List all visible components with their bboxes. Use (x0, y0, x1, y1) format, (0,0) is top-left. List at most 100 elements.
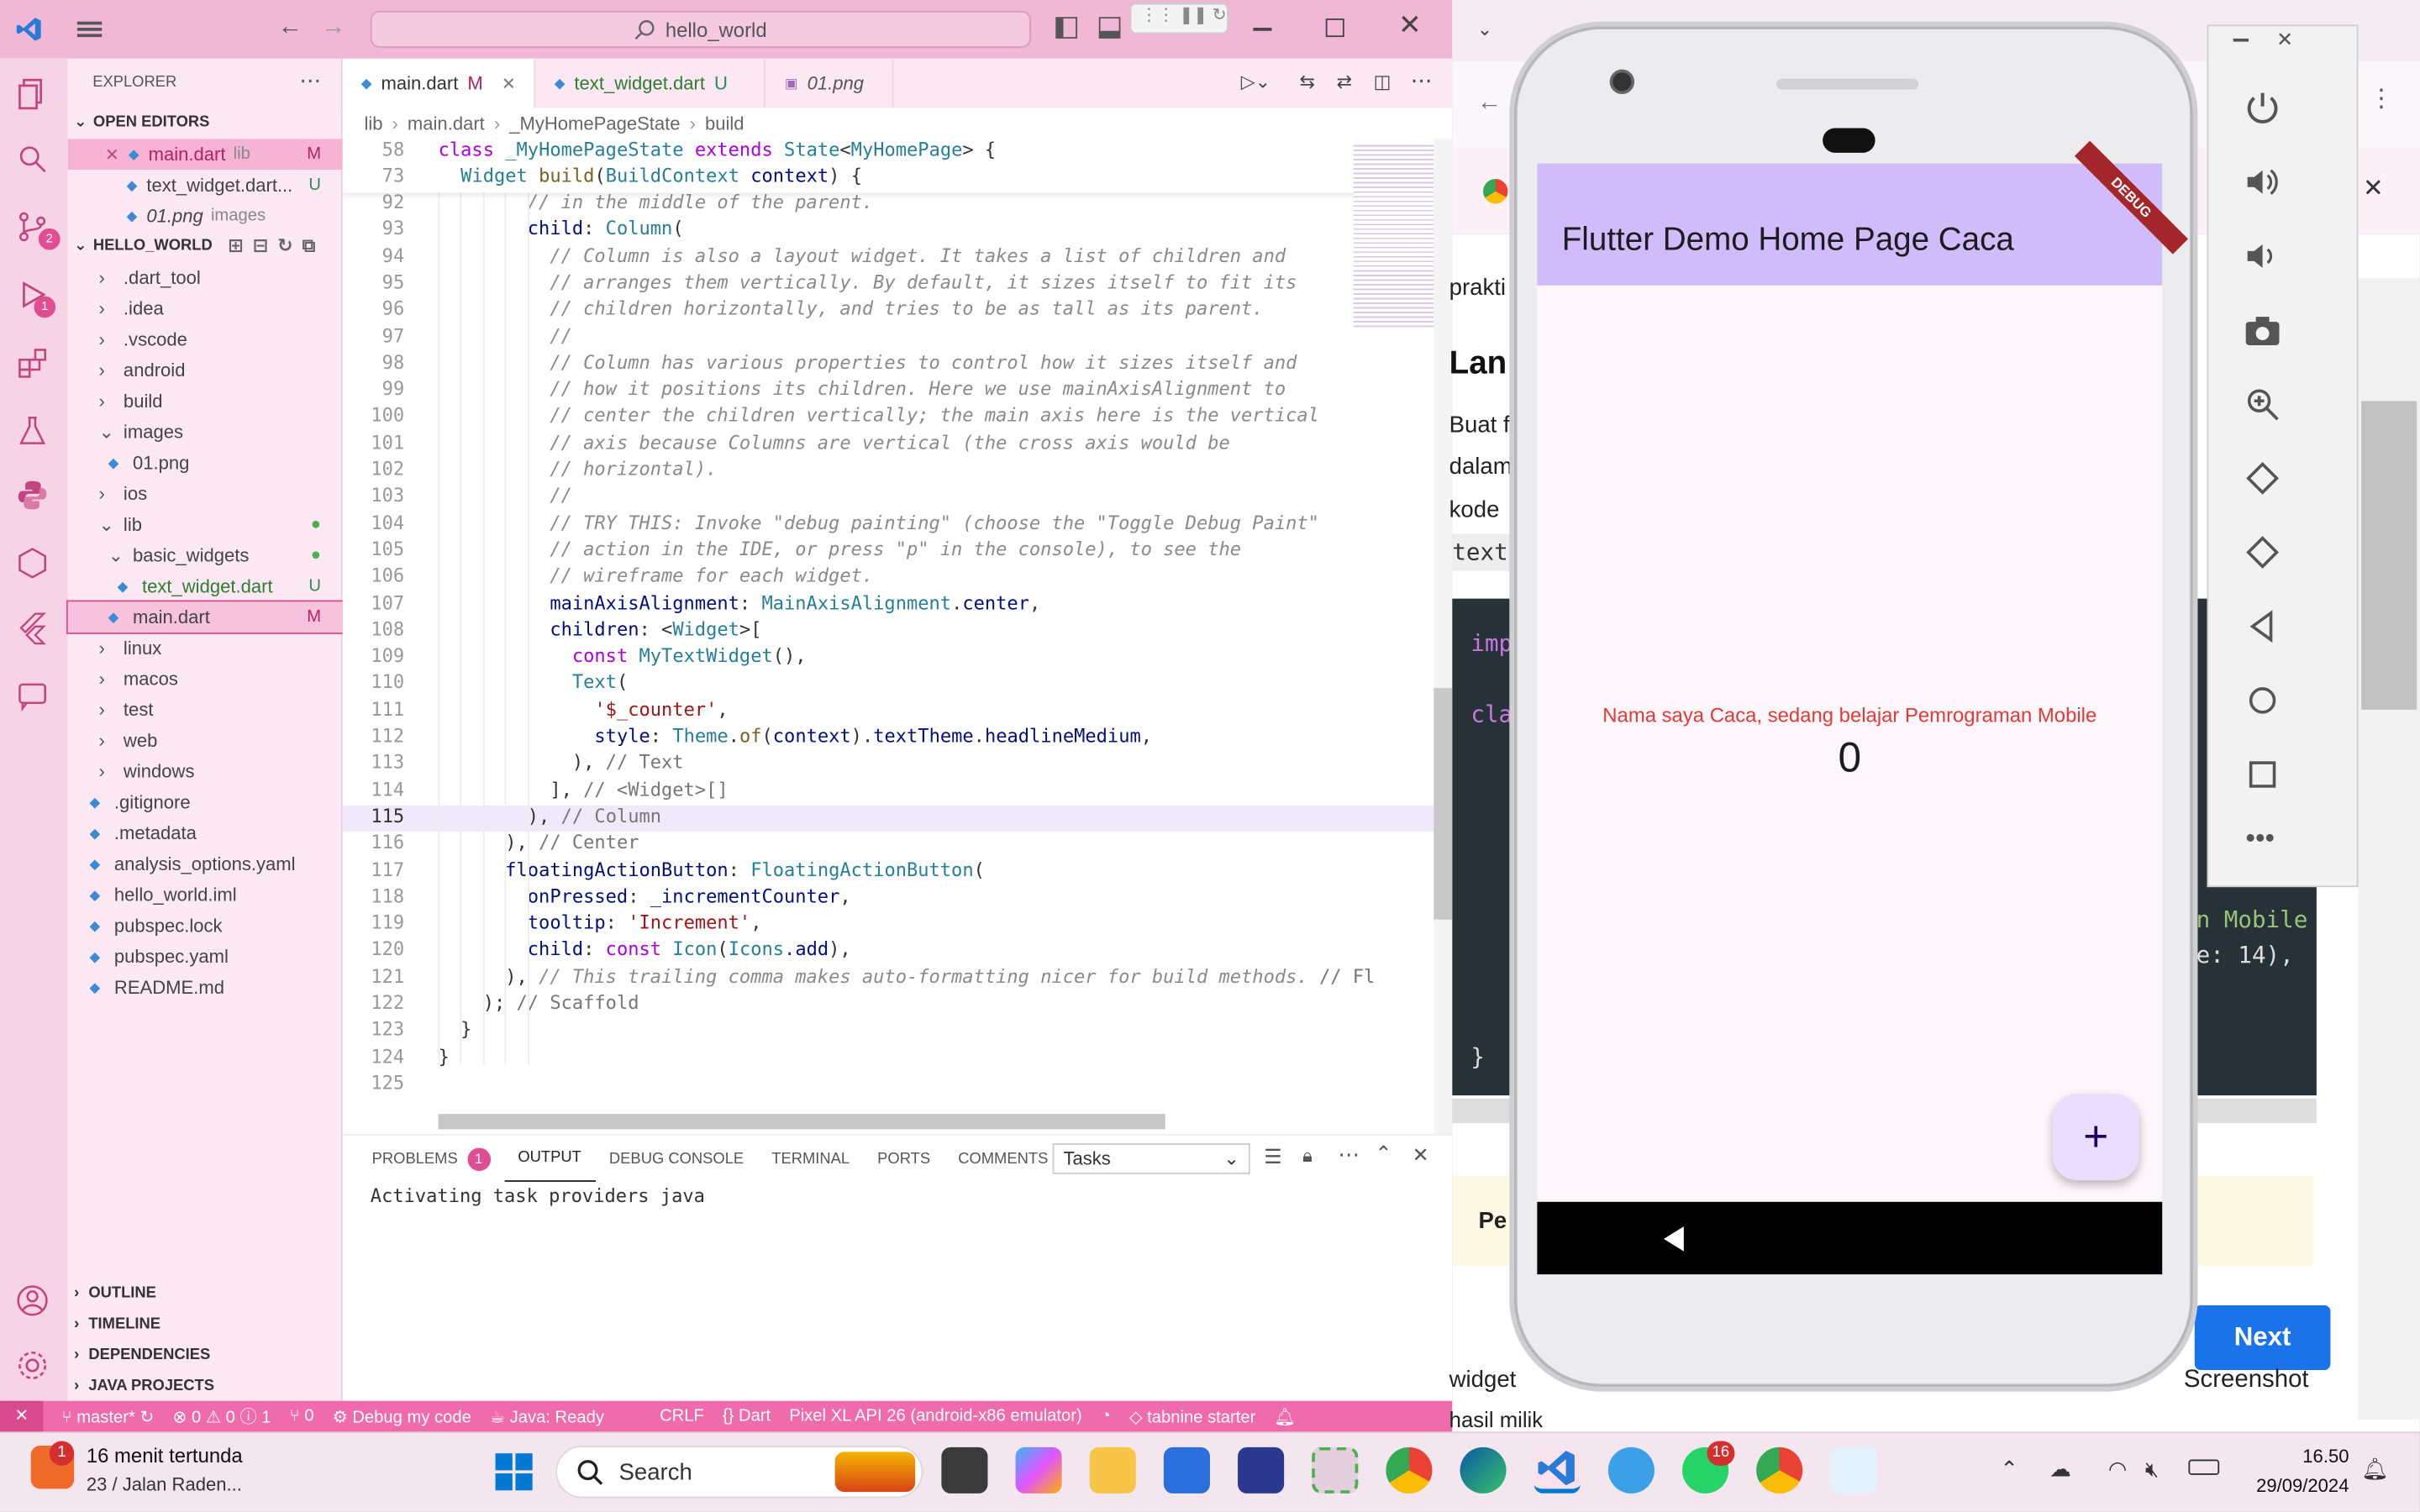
lock-icon[interactable]: 🔒︎ (1302, 1145, 1313, 1168)
panel-tab-output[interactable]: OUTPUT (503, 1136, 596, 1182)
toggle-panel-icon[interactable] (1098, 17, 1121, 39)
split-editor-icon[interactable]: ◫ (1374, 71, 1392, 92)
tree-item[interactable]: ◆ README.md (68, 972, 343, 1003)
copilot-icon[interactable] (1015, 1446, 1062, 1494)
copilot-icon[interactable]: ◔ (1101, 1407, 1111, 1425)
emulator-screen[interactable]: Flutter Demo Home Page Caca DEBUG Nama s… (1537, 140, 2189, 1275)
close-infobar-icon[interactable]: ✕ (2363, 173, 2384, 204)
camera-icon[interactable] (2243, 310, 2283, 350)
device-status[interactable]: Pixel XL API 26 (android-x86 emulator) (789, 1407, 1082, 1425)
tree-item[interactable]: › test (68, 695, 343, 726)
forward-arrow-icon[interactable]: → (321, 14, 345, 42)
problems-status[interactable]: ⊗ 0 ⚠ 0 ⓘ 1 (172, 1404, 271, 1428)
chrome-profile-icon[interactable] (1756, 1446, 1803, 1494)
sticky-line[interactable]: 73 Widget build(BuildContext context) { (343, 165, 1453, 192)
minimap[interactable] (1353, 139, 1434, 401)
tree-item[interactable]: › build (68, 386, 343, 417)
chrome-icon[interactable] (1386, 1446, 1433, 1494)
editor-tab[interactable]: ▣ 01.png (766, 58, 893, 108)
debug-toolbar[interactable]: ⋮⋮ ❚❚ ↻ (1129, 3, 1229, 34)
emu-close-icon[interactable]: ✕ (2276, 28, 2293, 52)
back-icon[interactable] (2243, 606, 2283, 647)
flutter-icon[interactable] (15, 611, 49, 645)
overview-icon[interactable] (2243, 754, 2283, 795)
eol-status[interactable]: CRLF (660, 1407, 704, 1425)
open-editor-item[interactable]: ✕ ◆ main.dart lib M (67, 139, 343, 171)
minimize-icon[interactable] (1253, 28, 1272, 30)
tree-item[interactable]: › .dart_tool (68, 262, 343, 293)
android-studio-icon[interactable] (1238, 1446, 1285, 1494)
tree-item[interactable]: ◆ .metadata (68, 817, 343, 848)
remote-explorer-icon[interactable] (15, 546, 49, 580)
task-view-icon[interactable] (941, 1446, 988, 1494)
open-editor-item[interactable]: ◆ text_widget.dart... U (68, 170, 343, 201)
chat-icon[interactable] (15, 679, 49, 712)
sticky-line[interactable]: 58 class _MyHomePageState extends State<M… (343, 139, 1453, 165)
toggle-sidebar-icon[interactable] (1055, 17, 1078, 39)
page-scrollbar[interactable] (2358, 277, 2420, 1420)
volume-down-icon[interactable] (2243, 236, 2283, 276)
breadcrumb-item[interactable]: main.dart (408, 113, 485, 134)
back-arrow-icon[interactable]: ← (278, 14, 302, 42)
speaker-muted-icon[interactable]: 🔇︎ (2145, 1457, 2159, 1483)
tree-item[interactable]: ◆ text_widget.dart U (68, 571, 343, 602)
microsoft-store-icon[interactable] (1163, 1446, 1210, 1494)
tree-item[interactable]: ◆ .gitignore (68, 787, 343, 818)
maximize-icon[interactable] (1325, 18, 1344, 38)
compare-icon[interactable]: ⇄ (1337, 71, 1352, 92)
zoom-icon[interactable] (2243, 384, 2283, 424)
windows-start-icon[interactable] (494, 1452, 534, 1492)
rotate-left-icon[interactable] (2243, 458, 2283, 498)
file-explorer-icon[interactable] (1089, 1446, 1136, 1494)
testing-icon[interactable] (15, 413, 49, 447)
panel-tab-comments[interactable]: COMMENTS (944, 1136, 1062, 1182)
project-header[interactable]: ⌄ HELLO_WORLD ⊞ ⊟ ↻ ⧉ (68, 230, 343, 261)
horizontal-scrollbar[interactable] (438, 1114, 1165, 1130)
tree-item[interactable]: › macos (68, 664, 343, 695)
panel-tab-problems[interactable]: PROBLEMS 1 (358, 1136, 504, 1182)
tree-item[interactable]: › android (68, 354, 343, 386)
tray-chevron-icon[interactable]: ⌃ (2000, 1457, 2018, 1483)
rotate-right-icon[interactable] (2243, 533, 2283, 573)
tasks-select[interactable]: Tasks ⌄ (1052, 1142, 1250, 1174)
new-file-icon[interactable]: ⊞ (228, 234, 243, 256)
sidebar-section-dependencies[interactable]: › DEPENDENCIES (68, 1339, 343, 1370)
editor-tab[interactable]: ◆ main.dart M ✕ (342, 58, 536, 108)
tree-item[interactable]: ◆ main.dart M (66, 600, 345, 634)
notification-bell-icon[interactable]: 🔔︎ (2361, 1457, 2389, 1483)
tree-item[interactable]: ◆ pubspec.yaml (68, 941, 343, 972)
maximize-panel-icon[interactable]: ⌃ (1375, 1142, 1392, 1166)
flutter-devtools-icon[interactable]: ⇆ (1300, 71, 1315, 92)
filter-lines-icon[interactable]: ☰ (1264, 1145, 1281, 1169)
tree-item[interactable]: › ios (68, 478, 343, 509)
tree-item[interactable]: › .idea (68, 293, 343, 324)
java-status[interactable]: ☕ Java: Ready (490, 1406, 604, 1426)
menu-icon[interactable] (76, 18, 103, 40)
more-options-icon[interactable]: ••• (2245, 822, 2275, 855)
browser-menu-icon[interactable]: ⋮ (2369, 83, 2393, 114)
tab-list-chevron-icon[interactable]: ⌄ (1477, 18, 1492, 40)
language-status[interactable]: {} Dart (723, 1407, 771, 1425)
clock-time[interactable]: 16.50 (2254, 1446, 2349, 1467)
tree-item[interactable]: ⌄ lib ● (68, 509, 343, 540)
tree-item[interactable]: ◆ analysis_options.yaml (68, 848, 343, 879)
battery-icon[interactable] (2188, 1459, 2220, 1475)
panel-tab-terminal[interactable]: TERMINAL (758, 1136, 864, 1182)
breadcrumb-item[interactable]: _MyHomePageState (509, 113, 680, 134)
close-icon[interactable]: ✕ (1398, 9, 1422, 42)
breadcrumb-item[interactable]: lib (364, 113, 382, 134)
tab-close-icon[interactable]: ✕ (502, 73, 516, 93)
branch-status[interactable]: ⑂ master* ↻ (61, 1406, 154, 1426)
emulator-taskbar-icon[interactable] (1830, 1446, 1877, 1494)
vscode-taskbar-icon[interactable] (1534, 1446, 1581, 1494)
extensions-icon[interactable] (15, 345, 49, 379)
panel-tab-debug-console[interactable]: DEBUG CONSOLE (595, 1136, 757, 1182)
snipping-tool-icon[interactable] (1312, 1446, 1359, 1494)
tree-item[interactable]: ⌄ basic_widgets ● (68, 540, 343, 571)
editor-tab[interactable]: ◆ text_widget.dart U (536, 58, 766, 108)
open-editor-item[interactable]: ◆ 01.png images (68, 201, 343, 232)
taskbar-search[interactable]: Search (555, 1445, 923, 1499)
tree-item[interactable]: ◆ pubspec.lock (68, 911, 343, 942)
weather-title[interactable]: 16 menit tertunda (87, 1444, 243, 1467)
more-actions-icon[interactable]: ⋯ (299, 68, 321, 94)
